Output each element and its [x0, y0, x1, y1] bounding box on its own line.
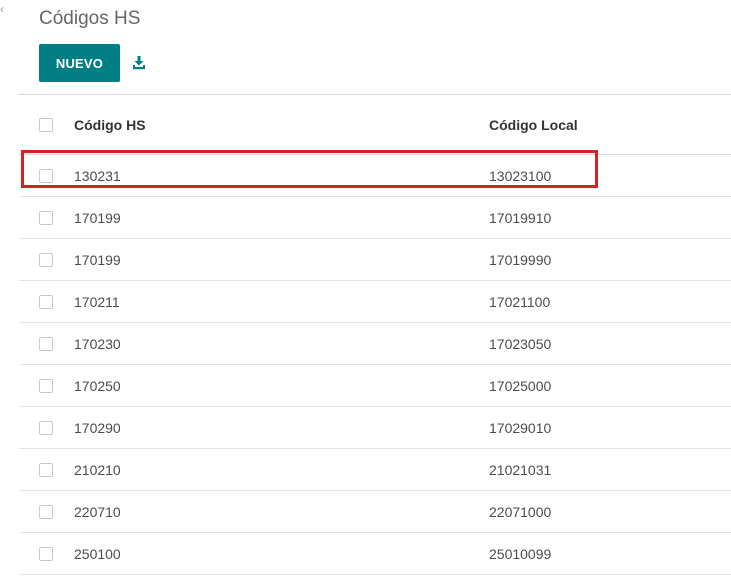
table-row[interactable]: 210210 21021031 — [19, 449, 731, 491]
new-button[interactable]: NUEVO — [39, 44, 120, 82]
local-code-cell: 21021031 — [489, 461, 552, 478]
row-checkbox[interactable] — [39, 210, 53, 225]
local-code-cell: 17019910 — [489, 209, 552, 226]
table-row[interactable]: 170199 17019910 — [19, 197, 731, 239]
table-row[interactable]: 170250 17025000 — [19, 365, 731, 407]
table-row[interactable]: 250100 25010099 — [19, 533, 731, 575]
hs-code-cell: 170290 — [74, 419, 121, 436]
row-checkbox[interactable] — [39, 378, 53, 393]
page-title: Códigos HS — [39, 8, 141, 29]
hs-code-cell: 170199 — [74, 209, 121, 226]
table-row[interactable]: 170230 17023050 — [19, 323, 731, 365]
table-header-row: Código HS Código Local — [19, 95, 731, 155]
hs-code-cell: 210210 — [74, 461, 121, 478]
hs-code-cell: 130231 — [74, 167, 121, 184]
row-checkbox[interactable] — [39, 462, 53, 477]
column-header-hs-code[interactable]: Código HS — [74, 117, 146, 133]
table-row[interactable]: 170199 17019990 — [19, 239, 731, 281]
hs-code-cell: 170199 — [74, 251, 121, 268]
select-all-checkbox[interactable] — [39, 117, 53, 132]
local-code-cell: 22071000 — [489, 503, 552, 520]
hs-code-cell: 250100 — [74, 545, 121, 562]
local-code-cell: 13023100 — [489, 167, 552, 184]
local-code-cell: 17025000 — [489, 377, 552, 394]
row-checkbox[interactable] — [39, 546, 53, 561]
table-row[interactable]: 220710 22071000 — [19, 491, 731, 533]
row-checkbox[interactable] — [39, 294, 53, 309]
row-checkbox[interactable] — [39, 504, 53, 519]
row-checkbox[interactable] — [39, 168, 53, 183]
hs-codes-table: Código HS Código Local 130231 13023100 1… — [19, 94, 731, 575]
row-checkbox[interactable] — [39, 336, 53, 351]
hs-code-cell: 170230 — [74, 335, 121, 352]
back-arrow-icon[interactable]: ‹ — [0, 2, 6, 16]
local-code-cell: 17029010 — [489, 419, 552, 436]
local-code-cell: 17019990 — [489, 251, 552, 268]
table-row[interactable]: 170290 17029010 — [19, 407, 731, 449]
column-header-local-code[interactable]: Código Local — [489, 117, 578, 133]
local-code-cell: 17023050 — [489, 335, 552, 352]
hs-code-cell: 170250 — [74, 377, 121, 394]
download-icon[interactable] — [128, 52, 150, 74]
table-row[interactable]: 130231 13023100 — [19, 155, 731, 197]
local-code-cell: 17021100 — [489, 293, 551, 310]
row-checkbox[interactable] — [39, 252, 53, 267]
local-code-cell: 25010099 — [489, 545, 552, 562]
hs-code-cell: 220710 — [74, 503, 121, 520]
table-row[interactable]: 170211 17021100 — [19, 281, 731, 323]
hs-code-cell: 170211 — [74, 293, 120, 310]
row-checkbox[interactable] — [39, 420, 53, 435]
